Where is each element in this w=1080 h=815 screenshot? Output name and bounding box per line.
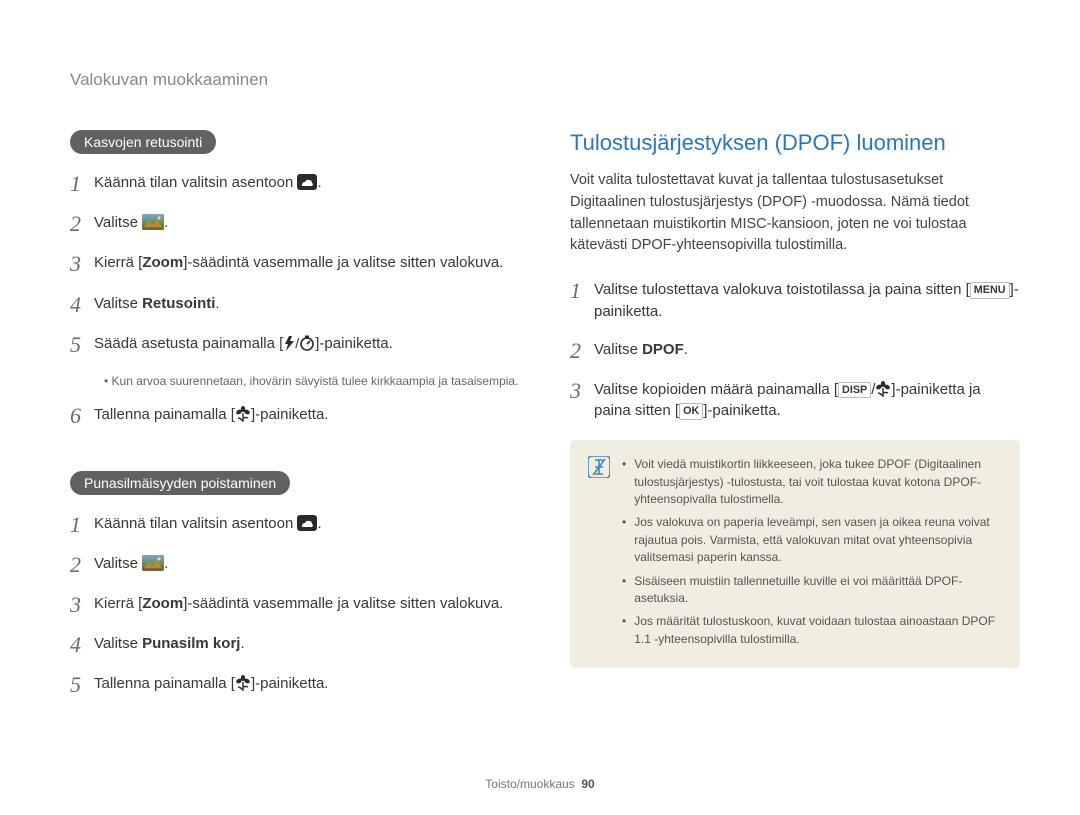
step-number: 3 [70,593,94,617]
content-columns: Kasvojen retusointi 1 Käännä tilan valit… [70,130,1020,713]
step-text: Valitse Punasilm korj. [94,633,245,655]
step-text: Käännä tilan valitsin asentoon . [94,172,322,194]
step: 2 Valitse DPOF. [570,339,1020,363]
step-number: 1 [570,279,594,303]
page-header: Valokuvan muokkaaminen [70,70,1020,90]
step-text: Valitse . [94,212,168,234]
pill-face-retouch: Kasvojen retusointi [70,130,216,154]
camera-mode-icon [297,515,317,531]
step-text: Tallenna painamalla []-painiketta. [94,404,328,426]
step-number: 3 [570,379,594,403]
info-item: Voit viedä muistikortin liikkeeseen, jok… [622,456,1002,508]
step-text: Valitse DPOF. [594,339,688,361]
macro-flower-icon [235,406,251,422]
step: 3 Valitse kopioiden määrä painamalla [DI… [570,379,1020,423]
step-text: Säädä asetusta painamalla [/]-painiketta… [94,333,393,355]
info-item: Sisäiseen muistiin tallennetuille kuvill… [622,573,1002,608]
step-text: Kierrä [Zoom]-säädintä vasemmalle ja val… [94,252,503,274]
step-note: Kun arvoa suurennetaan, ihovärin sävyist… [104,373,520,390]
steps-dpof: 1 Valitse tulostettava valokuva toistoti… [570,279,1020,422]
step-number: 1 [70,172,94,196]
page-number: 90 [581,777,594,791]
step: 1 Käännä tilan valitsin asentoon . [70,513,520,537]
step: 2 Valitse . [70,212,520,236]
step-text: Valitse kopioiden määrä painamalla [DISP… [594,379,1020,423]
macro-flower-icon [235,675,251,691]
left-column: Kasvojen retusointi 1 Käännä tilan valit… [70,130,520,713]
step-text: Kierrä [Zoom]-säädintä vasemmalle ja val… [94,593,503,615]
step: 5 Säädä asetusta painamalla [/]-painiket… [70,333,520,357]
steps-face-retouch-cont: 6 Tallenna painamalla []-painiketta. [70,404,520,428]
right-column: Tulostusjärjestyksen (DPOF) luominen Voi… [570,130,1020,713]
step-text: Käännä tilan valitsin asentoon . [94,513,322,535]
dpof-intro: Voit valita tulostettavat kuvat ja talle… [570,170,1020,257]
ok-button-label: OK [679,403,703,420]
step-text: Valitse . [94,553,168,575]
footer-label: Toisto/muokkaus [485,777,574,791]
step-number: 1 [70,513,94,537]
info-item: Jos määrität tulostuskoon, kuvat voidaan… [622,613,1002,648]
step-number: 4 [70,633,94,657]
step-number: 6 [70,404,94,428]
macro-flower-icon [875,381,891,397]
disp-button-label: DISP [838,382,871,399]
step: 3 Kierrä [Zoom]-säädintä vasemmalle ja v… [70,593,520,617]
step-number: 2 [70,553,94,577]
step-number: 3 [70,252,94,276]
step-number: 4 [70,293,94,317]
step: 1 Valitse tulostettava valokuva toistoti… [570,279,1020,323]
step: 4 Valitse Punasilm korj. [70,633,520,657]
timer-icon [299,335,315,351]
pill-redeye-removal: Punasilmäisyyden poistaminen [70,471,290,495]
step: 6 Tallenna painamalla []-painiketta. [70,404,520,428]
page-footer: Toisto/muokkaus 90 [0,777,1080,791]
menu-button-label: MENU [970,282,1010,299]
retouch-thumbnail-icon [142,555,164,571]
info-icon [588,456,610,654]
step: 5 Tallenna painamalla []-painiketta. [70,673,520,697]
steps-face-retouch: 1 Käännä tilan valitsin asentoon . 2 Val… [70,172,520,357]
camera-mode-icon [297,174,317,190]
step: 1 Käännä tilan valitsin asentoon . [70,172,520,196]
step: 4 Valitse Retusointi. [70,293,520,317]
step-text: Valitse Retusointi. [94,293,220,315]
info-list: Voit viedä muistikortin liikkeeseen, jok… [622,456,1002,654]
step-text: Valitse tulostettava valokuva toistotila… [594,279,1020,323]
step-number: 5 [70,333,94,357]
step: 3 Kierrä [Zoom]-säädintä vasemmalle ja v… [70,252,520,276]
info-callout: Voit viedä muistikortin liikkeeseen, jok… [570,440,1020,668]
step-number: 2 [570,339,594,363]
retouch-thumbnail-icon [142,214,164,230]
step-number: 2 [70,212,94,236]
steps-redeye: 1 Käännä tilan valitsin asentoon . 2 Val… [70,513,520,698]
step-number: 5 [70,673,94,697]
info-item: Jos valokuva on paperia leveämpi, sen va… [622,514,1002,566]
step-text: Tallenna painamalla []-painiketta. [94,673,328,695]
step: 2 Valitse . [70,553,520,577]
flash-icon [283,336,295,351]
section-title-dpof: Tulostusjärjestyksen (DPOF) luominen [570,130,1020,156]
